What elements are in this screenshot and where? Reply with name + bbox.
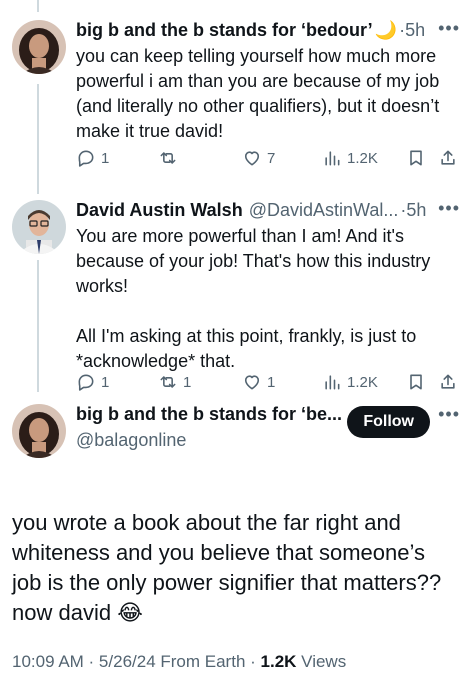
timestamp[interactable]: 5h: [406, 198, 426, 222]
share-button[interactable]: [438, 148, 458, 168]
reply-button[interactable]: 1: [76, 148, 109, 168]
retweet-count: 1: [183, 373, 192, 391]
tweet[interactable]: David Austin Walsh @DavidAstinWal... · 5…: [0, 190, 474, 400]
timestamp-source[interactable]: 10:09 AM · 5/26/24 From Earth ·: [12, 652, 261, 671]
tweet-text: you can keep telling yourself how much m…: [76, 46, 445, 141]
views-label: Views: [296, 652, 347, 671]
reply-icon: [78, 374, 94, 391]
tweet-text: You are more powerful than I am! And it'…: [76, 226, 431, 371]
bookmark-icon: [410, 150, 422, 166]
views-count: 1.2K: [260, 652, 297, 671]
views-count: 1.2K: [347, 373, 378, 391]
retweet-button[interactable]: [158, 148, 183, 168]
reply-count: 1: [101, 373, 110, 391]
main-tweet-body: you wrote a book about the far right and…: [12, 510, 442, 625]
avatar[interactable]: [12, 404, 66, 458]
retweet-button[interactable]: 1: [158, 372, 191, 392]
retweet-icon: [160, 152, 176, 164]
more-icon[interactable]: •••: [438, 198, 460, 219]
tweet-header: David Austin Walsh @DavidAstinWal... · 5…: [76, 198, 460, 222]
bookmark-button[interactable]: [406, 372, 426, 392]
laughing-emoji: 😂: [117, 600, 143, 625]
like-count: 1: [267, 373, 276, 391]
tweet-metadata: 10:09 AM · 5/26/24 From Earth · 1.2K Vie…: [12, 652, 346, 672]
views-button[interactable]: 1.2K: [322, 148, 378, 168]
heart-icon: [244, 151, 260, 166]
tweet-header: big b and the b stands for ‘bedour’ 🌙 · …: [76, 18, 460, 42]
display-name[interactable]: big b and the b stands for ‘bedour’: [76, 18, 373, 42]
like-button[interactable]: 1: [242, 372, 275, 392]
more-icon[interactable]: •••: [438, 404, 460, 425]
display-name[interactable]: David Austin Walsh: [76, 198, 243, 222]
moon-emoji: 🌙: [374, 20, 398, 40]
reply-button[interactable]: 1: [76, 372, 109, 392]
like-count: 7: [267, 149, 276, 167]
timestamp[interactable]: 5h: [405, 18, 425, 42]
tweet[interactable]: big b and the b stands for ‘bedour’ 🌙 · …: [0, 0, 474, 190]
bookmark-icon: [410, 374, 422, 390]
reply-count: 1: [101, 149, 110, 167]
bookmark-button[interactable]: [406, 148, 426, 168]
heart-icon: [244, 375, 260, 390]
avatar[interactable]: [12, 20, 66, 74]
like-button[interactable]: 7: [242, 148, 275, 168]
follow-button[interactable]: Follow: [347, 406, 430, 438]
retweet-icon: [160, 376, 176, 388]
views-count: 1.2K: [347, 149, 378, 167]
share-button[interactable]: [438, 372, 458, 392]
share-icon: [441, 374, 455, 389]
views-button[interactable]: 1.2K: [322, 372, 378, 392]
main-tweet-text: you wrote a book about the far right and…: [12, 508, 460, 628]
reply-icon: [78, 150, 94, 167]
views-chart-icon: [325, 375, 340, 390]
avatar[interactable]: [12, 200, 66, 254]
more-icon[interactable]: •••: [438, 18, 460, 39]
views-chart-icon: [325, 151, 340, 166]
display-name[interactable]: big b and the b stands for ‘be...: [76, 402, 342, 426]
share-icon: [441, 150, 455, 165]
handle[interactable]: @DavidAstinWal...: [249, 198, 399, 222]
